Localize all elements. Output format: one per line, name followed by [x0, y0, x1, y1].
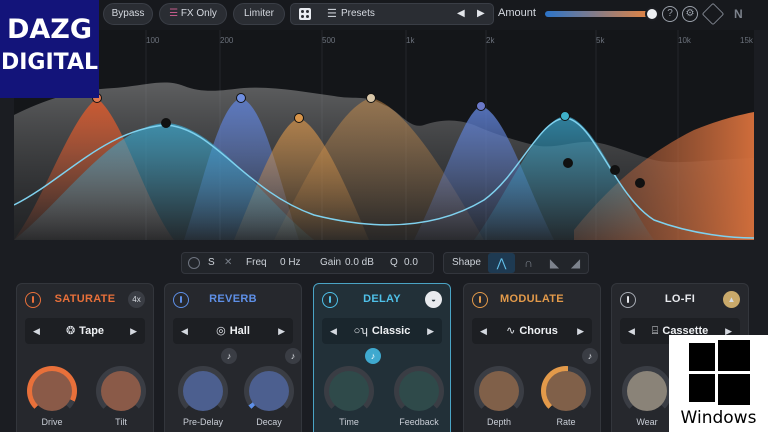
shape-bell-icon[interactable]: ⋀	[488, 253, 515, 273]
amount-slider-thumb[interactable]	[645, 7, 659, 21]
oversampling-badge[interactable]: 4x	[128, 291, 145, 308]
band-parameter-bar: S ✕ Freq 0 Hz Gain 0.0 dB Q 0.0	[181, 252, 434, 274]
shape-notch-icon[interactable]: ∩	[515, 253, 542, 273]
rate-knob[interactable]	[541, 366, 591, 416]
channel-logo: DAZG DIGITAL	[0, 0, 99, 98]
module-title: REVERB	[209, 293, 257, 305]
module-saturate[interactable]: SATURATE 4x ◀ ❂ Tape ▶ Drive Tilt	[16, 283, 154, 432]
selection-label: Tape	[79, 325, 105, 337]
presets-selector[interactable]: ☰ Presets ◀ ▶	[290, 3, 494, 25]
depth-knob[interactable]	[474, 366, 524, 416]
next-type-button[interactable]: ▶	[427, 318, 434, 344]
amount-label: Amount	[498, 7, 536, 19]
sync-note-icon[interactable]: ♪	[365, 348, 381, 364]
time-knob[interactable]	[324, 366, 374, 416]
logo-line-1: DAZG	[6, 14, 93, 45]
next-type-button[interactable]: ▶	[577, 318, 584, 344]
sync-note-icon[interactable]: ♪	[285, 348, 301, 364]
preset-next-button[interactable]: ▶	[477, 4, 485, 24]
solo-button[interactable]: S	[208, 253, 215, 273]
windows-badge: Windows	[669, 335, 768, 432]
preset-list-icon: ☰	[327, 8, 337, 20]
next-type-button[interactable]: ▶	[130, 318, 137, 344]
ozone-logo-icon	[701, 2, 725, 26]
selection-label: Chorus	[519, 325, 558, 337]
knob-label: Decay	[256, 417, 282, 427]
knob-label: Feedback	[399, 417, 439, 427]
delay-icon: ○ʮ	[353, 325, 368, 337]
limiter-button[interactable]: Limiter	[233, 3, 285, 25]
knob-label: Time	[339, 417, 359, 427]
logo-line-2: DIGITAL	[0, 50, 99, 75]
windows-label: Windows	[680, 408, 757, 428]
gain-value[interactable]: 0.0 dB	[345, 253, 374, 273]
bypass-button[interactable]: Bypass	[103, 3, 153, 25]
cassette-icon: ⌸	[651, 325, 659, 337]
sync-note-icon[interactable]: ♪	[582, 348, 598, 364]
q-label: Q	[390, 257, 398, 268]
freq-label: Freq	[246, 257, 267, 268]
hall-icon: ◎	[216, 325, 226, 337]
knob-label: Wear	[636, 417, 658, 427]
feedback-knob[interactable]	[394, 366, 444, 416]
knob-label: Rate	[556, 417, 576, 427]
lo-fi-mode-icon[interactable]: ▲	[723, 291, 740, 308]
shape-selector: Shape ⋀ ∩ ◣ ◢	[443, 252, 589, 274]
saturate-type-selector[interactable]: ◀ ❂ Tape ▶	[25, 318, 145, 344]
ping-pong-icon[interactable]: ◒	[425, 291, 442, 308]
q-value[interactable]: 0.0	[404, 253, 418, 273]
tape-icon: ❂	[65, 325, 76, 337]
gain-label: Gain	[320, 257, 342, 268]
modulate-type-selector[interactable]: ◀ ∿ Chorus ▶	[472, 318, 592, 344]
decay-knob[interactable]	[244, 366, 294, 416]
chorus-icon: ∿	[506, 325, 516, 337]
drive-knob[interactable]	[27, 366, 77, 416]
module-modulate[interactable]: MODULATE ◀ ∿ Chorus ▶ ♪ Depth Rate	[463, 283, 601, 432]
eq-curves-graphic	[14, 30, 754, 240]
randomize-dice-icon[interactable]	[299, 8, 311, 20]
fx-only-button[interactable]: ☰ FX Only	[159, 3, 227, 25]
delay-type-selector[interactable]: ◀ ○ʮ Classic ▶	[322, 318, 442, 344]
shape-tilt-icon[interactable]: ◢	[562, 253, 589, 273]
knob-label: Depth	[486, 417, 512, 427]
pre-delay-knob[interactable]	[178, 366, 228, 416]
knob-label: Pre-Delay	[182, 417, 223, 427]
plugin-window: Bypass ☰ FX Only Limiter ☰ Presets ◀ ▶ A…	[0, 0, 768, 432]
gear-icon[interactable]: ⚙	[682, 6, 698, 22]
knob-label: Drive	[41, 417, 63, 427]
band-power-icon[interactable]	[188, 257, 200, 269]
knob-label: Tilt	[115, 417, 127, 427]
help-icon[interactable]: ?	[662, 6, 678, 22]
top-toolbar: Bypass ☰ FX Only Limiter ☰ Presets ◀ ▶ A…	[0, 0, 768, 30]
brand-mark-icon: N	[734, 7, 743, 21]
next-type-button[interactable]: ▶	[278, 318, 285, 344]
preset-prev-button[interactable]: ◀	[457, 4, 465, 24]
freq-value[interactable]: 0 Hz	[280, 253, 301, 273]
fx-only-label: FX Only	[180, 8, 217, 19]
eq-display[interactable]: 100 200 500 1k 2k 5k 10k 15k	[14, 30, 754, 240]
selection-label: Classic	[371, 325, 411, 337]
band-close-icon[interactable]: ✕	[224, 253, 232, 273]
selection-label: Hall	[229, 325, 250, 337]
module-title: MODULATE	[500, 293, 564, 305]
tilt-knob[interactable]	[96, 366, 146, 416]
band-parameter-strip: S ✕ Freq 0 Hz Gain 0.0 dB Q 0.0 Shape ⋀ …	[14, 240, 754, 282]
fx-only-icon: ☰	[169, 8, 179, 19]
shape-label: Shape	[452, 257, 481, 268]
module-delay[interactable]: DELAY ◒ ◀ ○ʮ Classic ▶ ♪ Time Feedback	[313, 283, 451, 432]
amount-slider[interactable]	[545, 7, 659, 21]
module-reverb[interactable]: REVERB ◀ ◎ Hall ▶ ♪ ♪ Pre-Delay Decay	[164, 283, 302, 432]
presets-label: Presets	[341, 8, 375, 19]
sync-note-icon[interactable]: ♪	[221, 348, 237, 364]
reverb-type-selector[interactable]: ◀ ◎ Hall ▶	[173, 318, 293, 344]
wear-knob[interactable]	[622, 366, 672, 416]
